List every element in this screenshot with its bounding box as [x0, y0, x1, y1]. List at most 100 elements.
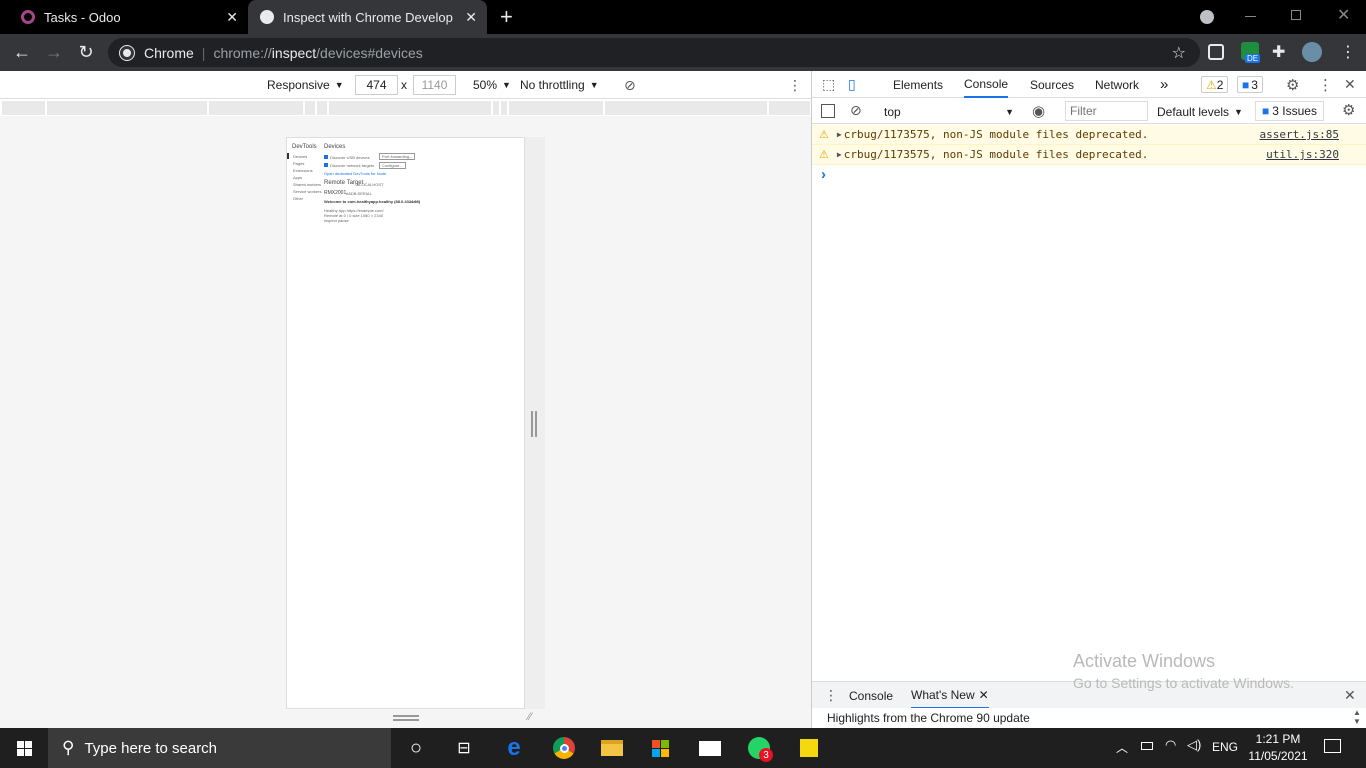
mini-nav-item[interactable]: Devices: [293, 154, 307, 159]
tab-sources[interactable]: Sources: [1030, 71, 1074, 98]
drawer-tab-whats-new[interactable]: What's New ✕: [911, 682, 989, 709]
issues-button[interactable]: ■ 3 Issues: [1255, 101, 1324, 121]
zoom-select[interactable]: 50% ▼: [473, 71, 511, 99]
caret-down-icon: ▼: [334, 80, 344, 90]
close-icon[interactable]: ✕: [465, 9, 477, 26]
emulated-page: DevTools Devices Devices Pages Extension…: [286, 137, 525, 709]
taskbar-search-box[interactable]: ⚲ Type here to search: [48, 728, 391, 768]
scroll-arrows-icon[interactable]: ▲ ▼: [1353, 708, 1361, 726]
mini-checkbox[interactable]: [324, 163, 328, 167]
width-input[interactable]: 474: [355, 75, 398, 95]
star-icon[interactable]: ☆: [1172, 43, 1186, 63]
minimize-icon[interactable]: [1245, 16, 1256, 17]
rotate-icon[interactable]: ⊘: [624, 71, 636, 99]
chrome-taskbar-icon[interactable]: [540, 728, 588, 768]
devtools-menu-icon[interactable]: ⋮: [1318, 71, 1333, 98]
tab-search-icon[interactable]: [1200, 10, 1214, 24]
reload-icon[interactable]: ↻: [71, 34, 101, 71]
start-button[interactable]: [0, 728, 48, 768]
sticky-notes-icon[interactable]: [785, 728, 833, 768]
caret-down-icon: ▼: [1005, 106, 1014, 117]
device-toggle-icon[interactable]: ▯: [848, 71, 856, 98]
height-input[interactable]: 1140: [413, 75, 456, 95]
tab-elements[interactable]: Elements: [893, 71, 943, 98]
mini-device-sub: #ADB:SERIAL: [346, 191, 372, 196]
reader-icon[interactable]: [1208, 44, 1224, 60]
mini-nav-item[interactable]: Service workers: [293, 189, 321, 194]
clear-console-icon[interactable]: ⊘: [850, 102, 862, 119]
battery-icon[interactable]: [1141, 742, 1153, 750]
messages-badge[interactable]: ■ 3: [1237, 76, 1263, 93]
mini-detail[interactable]: inspect pause: [324, 218, 349, 223]
bottom-resize-handle[interactable]: [393, 715, 419, 721]
mini-option: Discover USB devices: [330, 155, 370, 160]
tab-console[interactable]: Console: [964, 71, 1009, 98]
context-select[interactable]: top ▼: [878, 102, 1018, 121]
corner-resize-handle[interactable]: ⁄⁄: [528, 711, 532, 723]
message-source-link[interactable]: assert.js:85: [1260, 128, 1339, 141]
mini-button[interactable]: Port forwarding...: [379, 153, 416, 160]
filter-input[interactable]: [1065, 101, 1148, 121]
inspect-element-icon[interactable]: ⬚: [822, 71, 835, 98]
expand-triangle-icon[interactable]: ▶: [837, 150, 842, 159]
language-indicator[interactable]: ENG: [1212, 740, 1238, 754]
tab-odoo[interactable]: Tasks - Odoo ✕: [8, 0, 248, 34]
devtools-close-icon[interactable]: ✕: [1344, 71, 1356, 98]
expand-triangle-icon[interactable]: ▶: [837, 130, 842, 139]
avatar[interactable]: [1302, 42, 1322, 62]
tab-inspect[interactable]: Inspect with Chrome Developer T ✕: [248, 0, 487, 34]
tray-chevron-icon[interactable]: ︿: [1116, 739, 1128, 756]
notifications-icon[interactable]: [1324, 739, 1341, 753]
settings-icon[interactable]: ⚙: [1286, 71, 1299, 98]
clock[interactable]: 1:21 PM 11/05/2021: [1246, 732, 1310, 763]
menu-icon[interactable]: ⋮: [1340, 42, 1356, 62]
mini-trace-link[interactable]: trace: [410, 199, 419, 204]
message-source-link[interactable]: util.js:320: [1266, 148, 1339, 161]
close-icon[interactable]: ✕: [226, 9, 238, 26]
console-message[interactable]: ⚠ ▶ crbug/1173575, non-JS module files d…: [812, 125, 1366, 145]
volume-icon[interactable]: ◁): [1187, 737, 1201, 753]
more-options-icon[interactable]: ⋮: [788, 71, 802, 99]
warnings-badge[interactable]: ⚠ 2: [1201, 76, 1229, 93]
window-close-icon[interactable]: ✕: [1337, 5, 1350, 25]
throttling-select[interactable]: No throttling ▼: [520, 71, 599, 99]
tab-network[interactable]: Network: [1095, 71, 1139, 98]
new-tab-button[interactable]: +: [500, 4, 513, 30]
cortana-icon[interactable]: ○: [392, 728, 440, 768]
back-icon[interactable]: ←: [7, 34, 37, 71]
console-message[interactable]: ⚠ ▶ crbug/1173575, non-JS module files d…: [812, 145, 1366, 165]
edge-icon[interactable]: e: [490, 728, 538, 768]
store-icon[interactable]: [636, 728, 684, 768]
wifi-icon[interactable]: ◠: [1165, 737, 1176, 753]
mini-nav-item[interactable]: Pages: [293, 161, 304, 166]
levels-select[interactable]: Default levels ▼: [1157, 102, 1243, 121]
mail-icon[interactable]: [686, 728, 734, 768]
mini-nav-item[interactable]: Apps: [293, 175, 302, 180]
puzzle-icon[interactable]: ✚: [1272, 42, 1285, 62]
mini-button[interactable]: Configure...: [379, 162, 406, 169]
right-resize-handle[interactable]: [531, 411, 537, 437]
media-query-bar[interactable]: [2, 101, 811, 115]
file-explorer-icon[interactable]: [588, 728, 636, 768]
forward-icon[interactable]: →: [39, 34, 69, 71]
restore-icon[interactable]: [1291, 10, 1301, 20]
close-icon[interactable]: ✕: [979, 688, 989, 702]
drawer-tab-console[interactable]: Console: [849, 682, 893, 709]
mini-nav-item[interactable]: Other: [293, 196, 303, 201]
mini-link[interactable]: Open dedicated DevTools for Node: [324, 171, 386, 176]
more-tabs-icon[interactable]: »: [1160, 71, 1168, 98]
mini-nav-item[interactable]: Shared workers: [293, 182, 321, 187]
drawer-menu-icon[interactable]: ⋮: [824, 687, 838, 704]
whatsapp-icon[interactable]: 3: [735, 728, 783, 768]
separator: |: [201, 44, 206, 61]
drawer-close-icon[interactable]: ✕: [1344, 687, 1356, 704]
address-bar[interactable]: Chrome | chrome:// inspect /devices#devi…: [108, 38, 1200, 67]
task-view-icon[interactable]: ⊟: [440, 728, 488, 768]
mini-nav-item[interactable]: Extensions: [293, 168, 313, 173]
sidebar-toggle-icon[interactable]: [821, 104, 835, 118]
console-settings-icon[interactable]: ⚙: [1342, 101, 1355, 119]
console-prompt[interactable]: ›: [821, 166, 826, 183]
eye-icon[interactable]: ◉: [1032, 102, 1045, 120]
device-select[interactable]: Responsive ▼: [267, 71, 344, 99]
mini-checkbox[interactable]: [324, 155, 328, 159]
